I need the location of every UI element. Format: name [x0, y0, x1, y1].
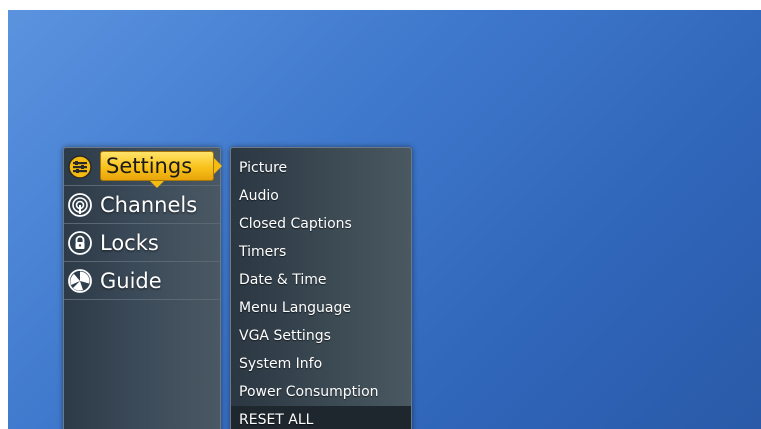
main-menu-item-settings[interactable]: Settings	[64, 148, 222, 188]
submenu-item-timers[interactable]: Timers	[231, 238, 411, 266]
submenu-item-date-time[interactable]: Date & Time	[231, 266, 411, 294]
submenu-item-closed-captions[interactable]: Closed Captions	[231, 210, 411, 238]
tv-screen: Settings Channels Locks Guide Picture Au…	[8, 10, 761, 429]
submenu-item-reset-all[interactable]: RESET ALL	[231, 406, 411, 429]
main-menu-label-settings: Settings	[100, 151, 214, 181]
settings-sliders-icon	[68, 154, 92, 179]
main-menu-item-locks[interactable]: Locks	[64, 224, 220, 262]
submenu-item-audio[interactable]: Audio	[231, 182, 411, 210]
antenna-signal-icon	[68, 192, 92, 217]
submenu-item-power-consumption[interactable]: Power Consumption	[231, 378, 411, 406]
main-menu-label-guide: Guide	[100, 268, 162, 293]
submenu-item-system-info[interactable]: System Info	[231, 350, 411, 378]
submenu-item-vga-settings[interactable]: VGA Settings	[231, 322, 411, 350]
selection-arrow-right-icon	[214, 158, 222, 174]
main-menu: Settings Channels Locks Guide	[63, 147, 222, 429]
lock-icon	[68, 230, 92, 255]
settings-submenu: Picture Audio Closed Captions Timers Dat…	[230, 147, 412, 429]
guide-dial-icon	[68, 268, 92, 293]
submenu-item-picture[interactable]: Picture	[231, 154, 411, 182]
main-menu-label-locks: Locks	[100, 230, 159, 255]
main-menu-item-channels[interactable]: Channels	[64, 186, 220, 224]
submenu-item-menu-language[interactable]: Menu Language	[231, 294, 411, 322]
main-menu-item-guide[interactable]: Guide	[64, 262, 220, 300]
main-menu-label-channels: Channels	[100, 192, 198, 217]
